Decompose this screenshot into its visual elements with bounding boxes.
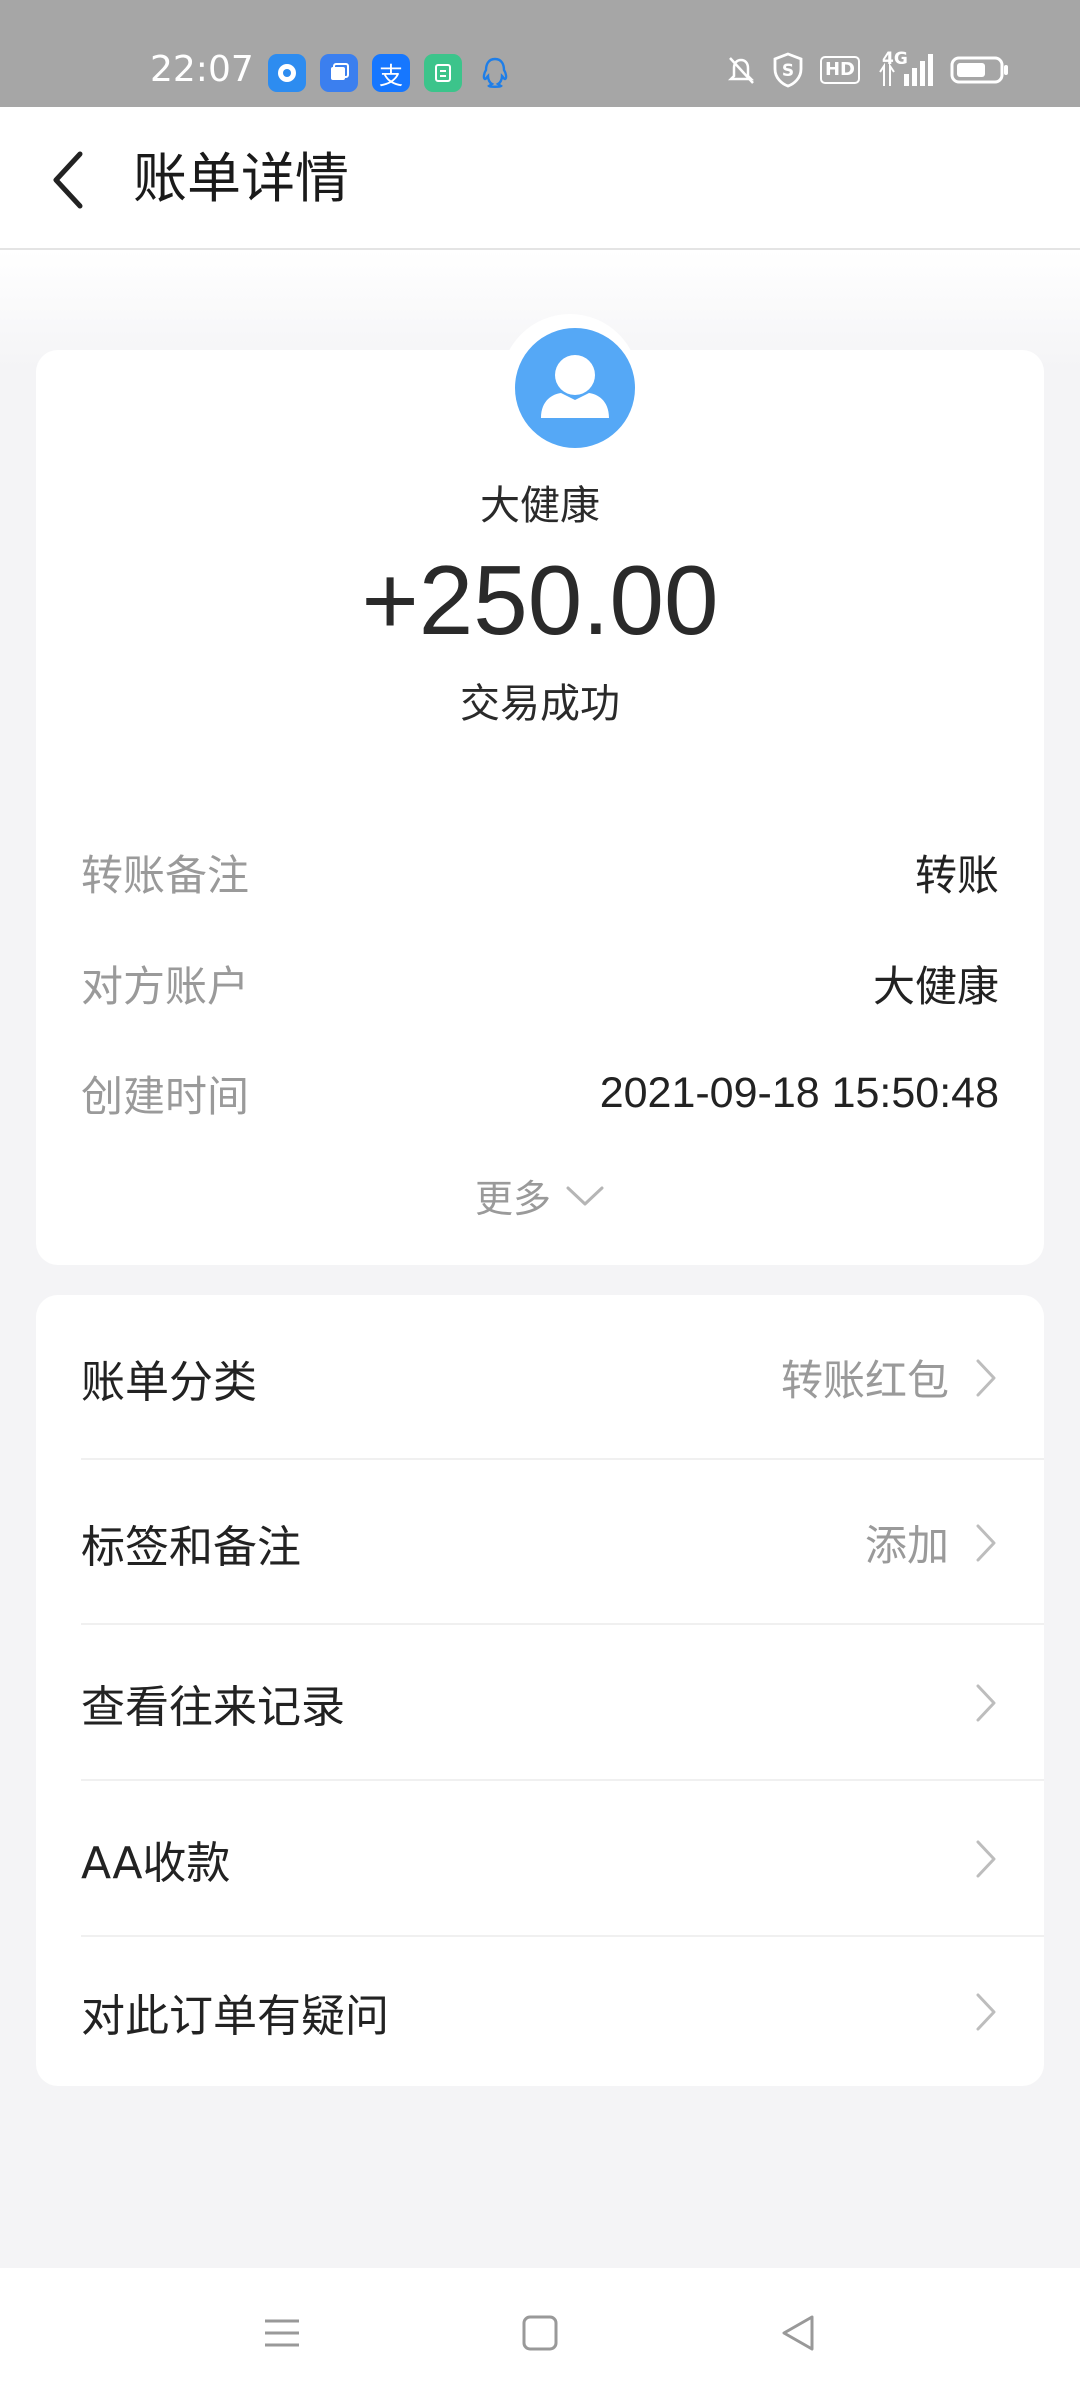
detail-value: 2021-09-18 15:50:48 bbox=[599, 1068, 999, 1117]
detail-label: 对方账户 bbox=[81, 961, 250, 1011]
more-button[interactable]: 更多 bbox=[36, 1168, 1044, 1223]
more-label: 更多 bbox=[474, 1177, 551, 1221]
detail-value: 转账 bbox=[914, 850, 999, 900]
detail-row-remark: 转账备注 转账 bbox=[81, 842, 999, 902]
hd-label: HD bbox=[819, 56, 860, 84]
notification-app-icons: 支 bbox=[268, 54, 514, 92]
alipay-icon: 支 bbox=[372, 54, 410, 92]
back-button[interactable] bbox=[38, 145, 98, 215]
circle-app-icon bbox=[268, 54, 306, 92]
actions-card: 账单分类 转账红包 标签和备注 添加 查看往来记录 AA收款 对此订单有疑问 bbox=[36, 1295, 1044, 2086]
green-app-icon bbox=[424, 54, 462, 92]
chevron-left-icon bbox=[53, 151, 83, 209]
shield-icon: S bbox=[772, 52, 804, 88]
transaction-card: 大健康 +250.00 交易成功 转账备注 转账 对方账户 大健康 创建时间 2… bbox=[36, 314, 1044, 1265]
system-nav-bar bbox=[0, 2268, 1080, 2400]
chevron-right-icon bbox=[973, 1356, 999, 1400]
transaction-amount: +250.00 bbox=[361, 545, 719, 655]
action-value: 转账红包 bbox=[780, 1356, 949, 1405]
action-value: 添加 bbox=[864, 1521, 949, 1570]
home-button[interactable] bbox=[505, 2298, 575, 2368]
payee-name: 大健康 bbox=[480, 483, 600, 529]
action-aa-collection[interactable]: AA收款 bbox=[36, 1781, 1044, 1937]
square-app-icon bbox=[320, 54, 358, 92]
menu-icon bbox=[265, 2319, 299, 2347]
detail-label: 转账备注 bbox=[81, 850, 250, 900]
status-time: 22:07 bbox=[150, 49, 254, 90]
page-title: 账单详情 bbox=[133, 147, 349, 210]
home-square-icon bbox=[522, 2315, 558, 2351]
qq-icon bbox=[476, 54, 514, 92]
avatar bbox=[515, 328, 635, 448]
chevron-right-icon bbox=[973, 1837, 999, 1881]
battery-icon bbox=[950, 52, 1010, 88]
chevron-down-icon bbox=[566, 1186, 604, 1205]
back-nav-button[interactable] bbox=[763, 2298, 833, 2368]
status-right-icons: S HD 4G bbox=[726, 49, 1010, 88]
user-icon bbox=[541, 355, 609, 418]
action-tags-notes[interactable]: 标签和备注 添加 bbox=[36, 1460, 1044, 1625]
chevron-right-icon bbox=[973, 1521, 999, 1565]
action-label: 账单分类 bbox=[81, 1356, 257, 1408]
status-bar: 22:07 支 S HD 4G bbox=[0, 0, 1080, 107]
action-label: AA收款 bbox=[81, 1838, 231, 1889]
transaction-status: 交易成功 bbox=[460, 681, 620, 727]
chevron-right-icon bbox=[973, 1681, 999, 1725]
detail-row-created-time: 创建时间 2021-09-18 15:50:48 bbox=[81, 1063, 999, 1123]
hd-icon: HD bbox=[819, 52, 860, 88]
action-order-question[interactable]: 对此订单有疑问 bbox=[36, 1937, 1044, 2086]
back-triangle-icon bbox=[782, 2315, 814, 2351]
signal-4g-icon: 4G bbox=[876, 49, 934, 88]
menu-button[interactable] bbox=[247, 2298, 317, 2368]
mute-icon bbox=[726, 52, 756, 88]
chevron-right-icon bbox=[973, 1990, 999, 2034]
network-type-label: 4G bbox=[882, 49, 908, 69]
action-label: 对此订单有疑问 bbox=[81, 1990, 389, 2042]
detail-label: 创建时间 bbox=[81, 1071, 250, 1121]
header: 账单详情 bbox=[0, 107, 1080, 250]
detail-row-account: 对方账户 大健康 bbox=[81, 953, 999, 1013]
action-label: 查看往来记录 bbox=[81, 1682, 345, 1733]
action-bill-category[interactable]: 账单分类 转账红包 bbox=[36, 1295, 1044, 1460]
action-view-history[interactable]: 查看往来记录 bbox=[36, 1625, 1044, 1781]
action-label: 标签和备注 bbox=[81, 1521, 301, 1573]
detail-value: 大健康 bbox=[872, 961, 999, 1011]
svg-text:S: S bbox=[782, 61, 794, 81]
